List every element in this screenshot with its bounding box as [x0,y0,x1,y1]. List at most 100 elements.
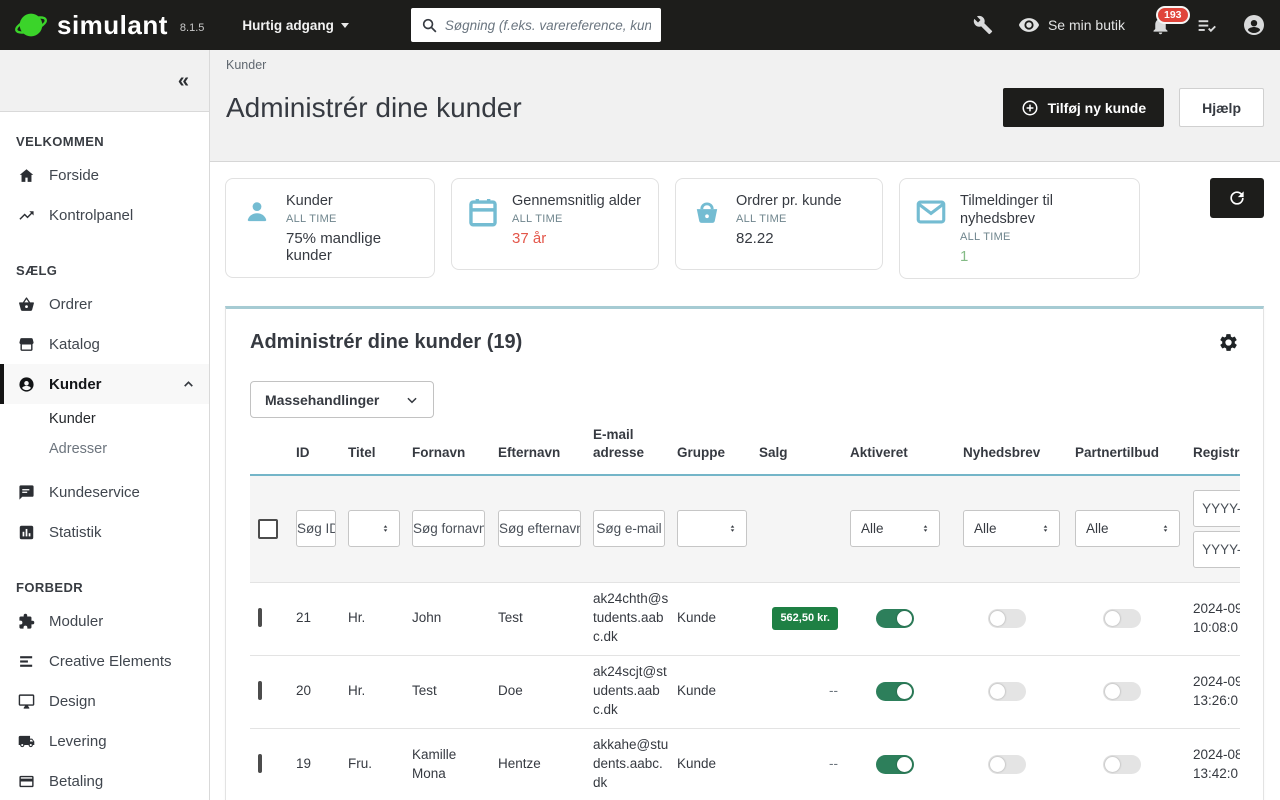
search-icon [421,17,438,34]
col-titel[interactable]: Titel [348,444,412,462]
bars-icon [18,653,35,670]
section-title-saelg: SÆLG [0,263,209,278]
quick-access-menu[interactable]: Hurtig adgang [242,18,349,33]
kpi-card-kunder: Kunder ALL TIME 75% mandlige kunder [225,178,435,278]
breadcrumb: Kunder [226,58,1264,72]
col-fornavn[interactable]: Fornavn [412,444,498,462]
sidebar-item-kontrolpanel[interactable]: Kontrolpanel [0,195,209,235]
refresh-kpi-button[interactable] [1210,178,1264,218]
nyhedsbrev-toggle[interactable] [988,609,1026,628]
partnertilbud-toggle[interactable] [1103,755,1141,774]
chat-icon [18,484,35,501]
grid-settings-button[interactable] [1218,332,1239,353]
date-from-input[interactable] [1193,490,1240,527]
person-circle-icon [18,376,35,393]
view-shop-link[interactable]: Se min butik [1018,14,1125,36]
kpi-value: 82.22 [736,230,842,247]
sidebar-item-levering[interactable]: Levering [0,721,209,761]
kpi-card-nyhedsbrev: Tilmeldinger til nyhedsbrev ALL TIME 1 [899,178,1140,279]
sidebar-item-moduler[interactable]: Moduler [0,601,209,641]
col-partnertilbud[interactable]: Partnertilbud [1075,444,1193,462]
nyhedsbrev-toggle[interactable] [988,755,1026,774]
sidebar-item-kunder[interactable]: Kunder [0,364,209,404]
col-salg[interactable]: Salg [759,444,850,462]
col-id[interactable]: ID [296,444,348,462]
col-registrering[interactable]: Registrering [1193,444,1240,462]
registration-date: 2024-0913:26:0 [1193,673,1240,711]
date-to-input[interactable] [1193,531,1240,568]
sidebar-item-forside[interactable]: Forside [0,155,209,195]
partnertilbud-toggle[interactable] [1103,609,1141,628]
registration-date: 2024-0910:08:0 [1193,600,1240,638]
aktiveret-filter-select[interactable]: Alle [850,510,940,547]
sidebar-subitem-kunder[interactable]: Kunder [0,404,209,434]
titel-filter-select[interactable] [348,510,400,547]
add-customer-button[interactable]: Tilføj ny kunde [1003,88,1165,127]
sidebar-subitem-adresser[interactable]: Adresser [0,434,209,464]
sales-badge: 562,50 kr. [772,607,838,630]
row-checkbox[interactable] [258,608,262,627]
account-button[interactable] [1242,13,1266,37]
sidebar-item-ordrer[interactable]: Ordrer [0,284,209,324]
chevron-down-icon [405,393,419,407]
nyhedsbrev-toggle[interactable] [988,682,1026,701]
col-nyhedsbrev[interactable]: Nyhedsbrev [963,444,1075,462]
aktiveret-toggle[interactable] [876,755,914,774]
store-icon [18,336,35,353]
search-input[interactable] [445,18,651,33]
notification-count-badge: 193 [1156,6,1190,24]
fornavn-filter-input[interactable] [412,510,485,547]
table-row[interactable]: 20 Hr. Test Doe ak24scjt@students.aabc.d… [250,656,1240,729]
refresh-icon [1227,188,1247,208]
table-row[interactable]: 21 Hr. John Test ak24chth@students.aabc.… [250,583,1240,656]
debug-wrench-button[interactable] [973,15,993,35]
panel-title: Administrér dine kunder (19) [250,331,522,354]
select-arrows-icon [920,523,931,534]
id-filter-input[interactable] [296,510,336,547]
row-checkbox[interactable] [258,681,262,700]
filter-row: Alle Alle Alle [250,476,1240,583]
select-all-checkbox[interactable] [258,519,278,539]
sidebar-item-katalog[interactable]: Katalog [0,324,209,364]
sidebar-collapse-button[interactable]: « [178,71,189,91]
monitor-icon [18,693,35,710]
sidebar-item-statistik[interactable]: Statistik [0,512,209,552]
notifications-button[interactable]: 193 [1150,15,1171,36]
col-email[interactable]: E-mail adresse [593,426,677,462]
efternavn-filter-input[interactable] [498,510,581,547]
col-aktiveret[interactable]: Aktiveret [850,444,963,462]
partnertilbud-filter-select[interactable]: Alle [1075,510,1180,547]
gear-icon [1218,332,1239,353]
sidebar-item-betaling[interactable]: Betaling [0,761,209,800]
email-filter-input[interactable] [593,510,665,547]
help-button[interactable]: Hjælp [1179,88,1264,127]
partnertilbud-toggle[interactable] [1103,682,1141,701]
plus-circle-icon [1021,99,1039,117]
kpi-value: 1 [960,248,1125,265]
select-arrows-icon [1040,523,1051,534]
kpi-row: Kunder ALL TIME 75% mandlige kunder Genn… [225,178,1264,279]
sidebar-item-creative-elements[interactable]: Creative Elements [0,641,209,681]
select-arrows-icon [727,523,738,534]
aktiveret-toggle[interactable] [876,682,914,701]
registration-date: 2024-0813:42:0 [1193,746,1240,784]
nyhedsbrev-filter-select[interactable]: Alle [963,510,1060,547]
bar-chart-icon [18,524,35,541]
caret-down-icon [341,23,349,28]
kpi-value: 37 år [512,230,641,247]
gruppe-filter-select[interactable] [677,510,747,547]
row-checkbox[interactable] [258,754,262,773]
orders-list-button[interactable] [1196,15,1217,36]
col-gruppe[interactable]: Gruppe [677,444,759,462]
section-title-velkommen: VELKOMMEN [0,134,209,149]
brand[interactable]: simulant [14,8,168,42]
truck-icon [18,733,35,750]
sidebar-collapse-strip: « [0,50,209,112]
sidebar-item-kundeservice[interactable]: Kundeservice [0,472,209,512]
col-efternavn[interactable]: Efternavn [498,444,593,462]
bulk-actions-button[interactable]: Massehandlinger [250,381,434,418]
sidebar-item-design[interactable]: Design [0,681,209,721]
table-row[interactable]: 19 Fru. Kamille Mona Hentze akkahe@stude… [250,729,1240,800]
aktiveret-toggle[interactable] [876,609,914,628]
account-circle-icon [1242,13,1266,37]
